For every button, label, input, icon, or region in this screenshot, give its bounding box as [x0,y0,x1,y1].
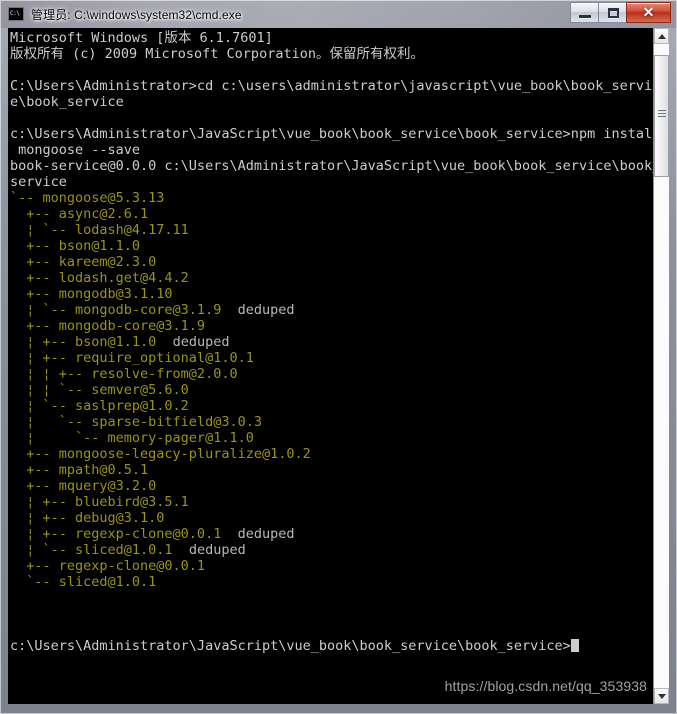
terminal-output: Microsoft Windows [版本 6.1.7601] 版权所有 (c) … [10,30,653,654]
terminal-line-text: ¦ +-- bson@1.1.0 [10,334,173,350]
terminal-line: mongoose --save [10,142,141,158]
maximize-button[interactable] [598,2,627,23]
window-title: 管理员: C:\windows\system32\cmd.exe [31,7,242,22]
terminal-line: ¦ `-- saslprep@1.0.2 [10,398,189,414]
scroll-up-button[interactable] [654,28,669,44]
close-button[interactable]: ✕ [626,2,671,23]
console-client-area: Microsoft Windows [版本 6.1.7601] 版权所有 (c) … [8,28,669,704]
terminal-line: Microsoft Windows [版本 6.1.7601] [10,30,273,46]
terminal-line: +-- bson@1.1.0 [10,238,141,254]
terminal-line: ¦ +-- regexp-clone@0.0.1 deduped [10,526,653,542]
watermark-url: https://blog.csdn.net/qq_353938 [444,678,647,694]
terminal-line: +-- kareem@2.3.0 [10,254,157,270]
terminal-line: +-- mpath@0.5.1 [10,462,149,478]
scrollbar-thumb[interactable] [654,55,669,177]
scrollbar-track[interactable] [654,44,669,688]
terminal-line: `-- sliced@1.0.1 [10,574,157,590]
deduped-tag: deduped [188,542,246,558]
terminal-line: ¦ `-- memory-pager@1.1.0 [10,430,254,446]
terminal-line: book-service@0.0.0 c:\Users\Administrato… [10,158,653,174]
chevron-up-icon [658,34,666,39]
title-bar[interactable]: 管理员: C:\windows\system32\cmd.exe ✕ [0,0,677,28]
terminal-line: ¦ +-- bson@1.1.0 deduped [10,334,653,350]
terminal-line: service [10,174,67,190]
caption-buttons: ✕ [570,2,671,23]
terminal-line: +-- mongoose-legacy-pluralize@1.0.2 [10,446,311,462]
terminal-line: `-- mongoose@5.3.13 [10,190,165,206]
terminal-line: e\book_service [10,94,124,110]
cmd-window: 管理员: C:\windows\system32\cmd.exe ✕ Micro… [0,0,677,714]
maximize-icon [608,8,619,18]
terminal-line: c:\Users\Administrator\JavaScript\vue_bo… [10,638,653,654]
terminal-line: ¦ `-- lodash@4.17.11 [10,222,189,238]
close-icon: ✕ [642,4,655,20]
chevron-down-icon [658,694,666,699]
terminal-line-text: ¦ +-- regexp-clone@0.0.1 [10,526,238,542]
terminal-line: ¦ `-- mongodb-core@3.1.9 deduped [10,302,653,318]
terminal-line: +-- mquery@3.2.0 [10,478,157,494]
terminal-line: +-- mongodb-core@3.1.9 [10,318,206,334]
terminal-line: ¦ +-- bluebird@3.5.1 [10,494,189,510]
scrollbar-grip-icon [658,110,666,117]
terminal-screen[interactable]: Microsoft Windows [版本 6.1.7601] 版权所有 (c) … [8,28,653,704]
terminal-line: c:\Users\Administrator\JavaScript\vue_bo… [10,126,653,142]
deduped-tag: deduped [237,526,295,542]
terminal-line: ¦ ¦ +-- resolve-from@2.0.0 [10,366,238,382]
deduped-tag: deduped [172,334,230,350]
terminal-line: ¦ `-- sliced@1.0.1 deduped [10,542,653,558]
terminal-line: ¦ `-- sparse-bitfield@3.0.3 [10,414,262,430]
terminal-line: +-- async@2.6.1 [10,206,149,222]
terminal-line: ¦ +-- debug@3.1.0 [10,510,165,526]
terminal-line-text: ¦ `-- mongodb-core@3.1.9 [10,302,238,318]
cmd-icon [8,7,24,21]
terminal-cursor [570,639,579,652]
terminal-line: 版权所有 (c) 2009 Microsoft Corporation。保留所有… [10,46,424,62]
terminal-line-text: ¦ `-- sliced@1.0.1 [10,542,189,558]
terminal-line: +-- regexp-clone@0.0.1 [10,558,206,574]
vertical-scrollbar[interactable] [653,28,669,704]
terminal-line: ¦ ¦ `-- semver@5.6.0 [10,382,189,398]
minimize-icon [579,15,591,18]
terminal-line: C:\Users\Administrator>cd c:\users\admin… [10,78,653,94]
terminal-line: +-- mongodb@3.1.10 [10,286,173,302]
terminal-line: +-- lodash.get@4.4.2 [10,270,189,286]
minimize-button[interactable] [570,2,599,23]
scroll-down-button[interactable] [654,688,669,704]
terminal-line: ¦ +-- require_optional@1.0.1 [10,350,254,366]
deduped-tag: deduped [237,302,295,318]
